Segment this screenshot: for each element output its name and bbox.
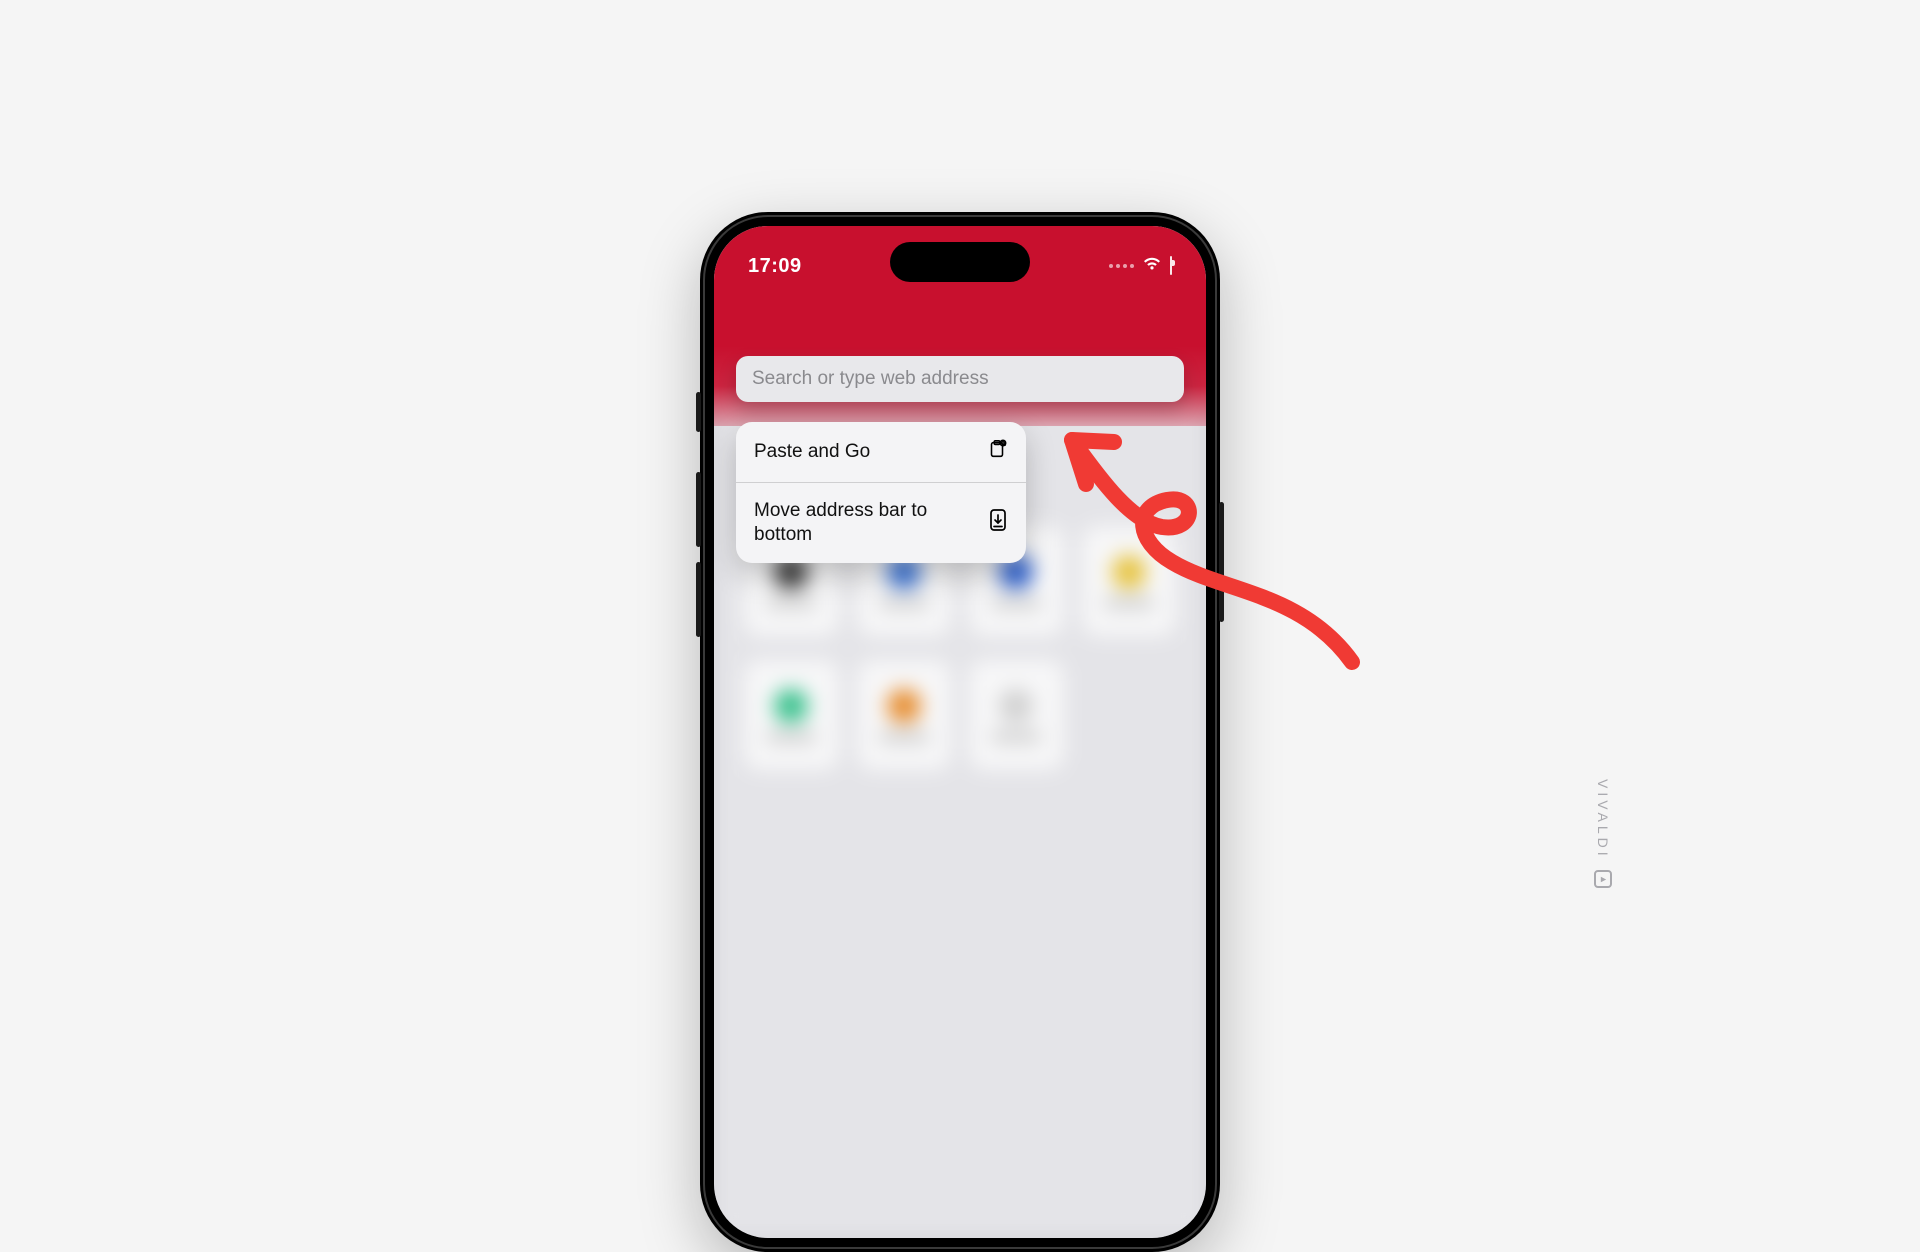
power-button (1219, 502, 1224, 622)
cellular-icon (1109, 264, 1134, 268)
address-bar-placeholder: Search or type web address (752, 368, 989, 390)
vivaldi-logo-icon (1594, 870, 1612, 888)
phone-screen: 17:09 Search or type web address (714, 226, 1206, 1238)
promo-stage: 17:09 Search or type web address (232, 132, 1688, 948)
side-button (696, 392, 701, 432)
phone-frame: 17:09 Search or type web address (700, 212, 1220, 1252)
paste-go-icon (986, 438, 1008, 466)
status-time: 17:09 (748, 255, 802, 278)
address-bar-context-menu: Paste and Go Move address bar to b (736, 422, 1026, 563)
wifi-icon (1142, 256, 1162, 276)
menu-item-paste-and-go[interactable]: Paste and Go (736, 422, 1026, 482)
menu-item-label: Move address bar to bottom (754, 499, 972, 547)
volume-down-button (696, 562, 701, 637)
status-bar: 17:09 (714, 246, 1206, 286)
battery-icon (1170, 257, 1172, 275)
volume-up-button (696, 472, 701, 547)
status-icons (1109, 256, 1172, 276)
menu-item-label: Paste and Go (754, 440, 970, 464)
address-bar[interactable]: Search or type web address (736, 356, 1184, 402)
watermark-text: VIVALDI (1595, 779, 1611, 860)
move-to-bottom-icon (988, 508, 1008, 538)
menu-item-move-address-bar[interactable]: Move address bar to bottom (736, 482, 1026, 563)
vivaldi-watermark: VIVALDI (1594, 779, 1612, 888)
